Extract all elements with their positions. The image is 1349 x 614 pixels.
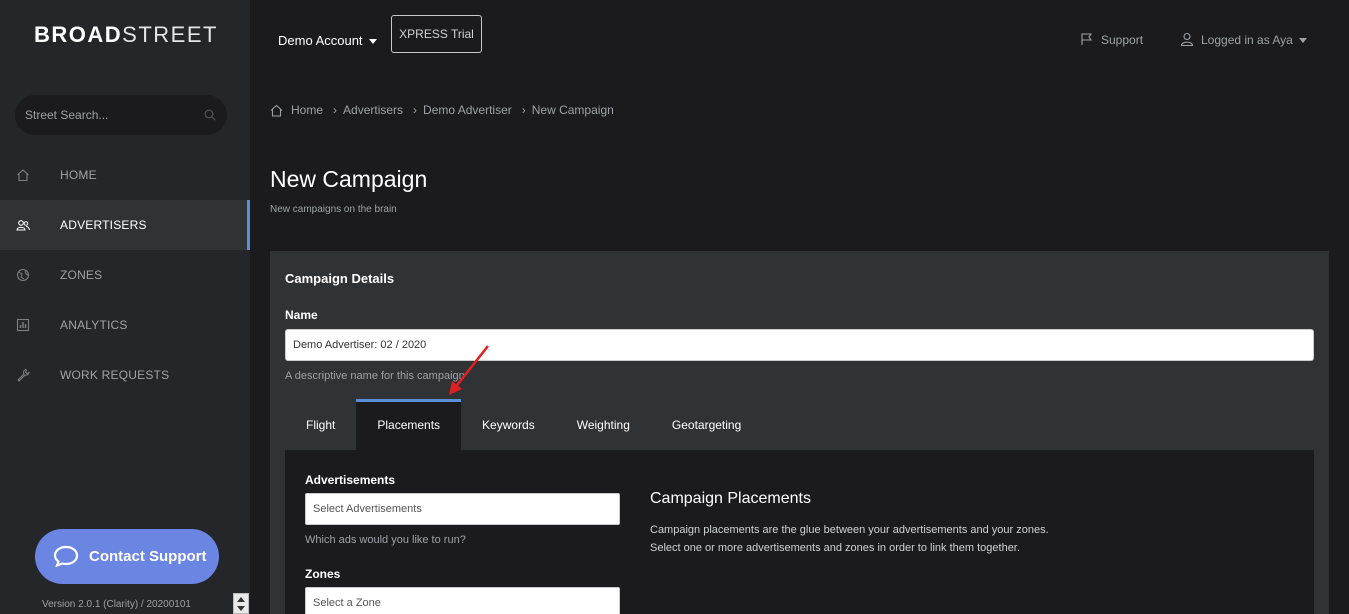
zones-select[interactable]: Select a Zone: [305, 587, 620, 614]
breadcrumb-advertisers[interactable]: Advertisers: [343, 103, 403, 117]
scroll-stepper[interactable]: [233, 593, 249, 614]
breadcrumb-current: New Campaign: [531, 103, 614, 117]
sidebar-item-work-requests[interactable]: WORK REQUESTS: [0, 350, 250, 400]
chevron-right-icon: ›: [333, 103, 338, 117]
placements-line-2: Select one or more advertisements and zo…: [650, 542, 1020, 554]
breadcrumb-demo-advertiser[interactable]: Demo Advertiser: [423, 103, 512, 117]
users-icon: [16, 220, 30, 231]
caret-down-icon: [1298, 38, 1307, 44]
campaign-name-input[interactable]: Demo Advertiser: 02 / 2020: [285, 329, 1314, 361]
logo-bold: BROAD: [34, 22, 123, 47]
sidebar-item-zones[interactable]: ZONES: [0, 250, 250, 300]
account-dropdown[interactable]: Demo Account: [278, 33, 377, 48]
globe-icon: [16, 268, 30, 282]
sidebar-item-advertisers[interactable]: ADVERTISERS: [0, 200, 250, 250]
page-title: New Campaign: [270, 166, 428, 192]
campaign-details-panel: Campaign Details Name Demo Advertiser: 0…: [270, 251, 1329, 614]
chart-icon: [16, 318, 30, 332]
support-link[interactable]: Support: [1080, 32, 1143, 47]
flag-icon: [1081, 33, 1093, 45]
logo-rest: STREET: [122, 22, 218, 47]
chevron-right-icon: ›: [521, 103, 526, 117]
annotation-arrow-icon: [449, 345, 489, 395]
campaign-tabs: Flight Placements Keywords Weighting Geo…: [285, 399, 762, 450]
home-icon: [270, 104, 283, 117]
user-icon: [1180, 32, 1194, 46]
placements-title: Campaign Placements: [650, 490, 811, 507]
version-text: Version 2.0.1 (Clarity) / 20200101: [42, 599, 191, 610]
home-icon: [17, 169, 29, 182]
tab-weighting[interactable]: Weighting: [556, 399, 651, 450]
panel-title: Campaign Details: [285, 271, 395, 286]
sidebar-item-label: WORK REQUESTS: [60, 368, 170, 382]
arrow-up-icon[interactable]: [237, 597, 245, 602]
page-subtitle: New campaigns on the brain: [270, 204, 397, 215]
tab-keywords[interactable]: Keywords: [461, 399, 556, 450]
account-label: Demo Account: [278, 33, 363, 48]
placements-line-1: Campaign placements are the glue between…: [650, 524, 1049, 536]
search-icon[interactable]: [204, 109, 216, 121]
name-label: Name: [285, 308, 318, 322]
sidebar-item-analytics[interactable]: ANALYTICS: [0, 300, 250, 350]
search-placeholder: Street Search...: [25, 108, 109, 122]
zones-label: Zones: [305, 567, 341, 581]
name-help-text: A descriptive name for this campaign: [285, 370, 465, 382]
broadstreet-logo[interactable]: BROADSTREET: [34, 22, 218, 48]
street-search[interactable]: Street Search...: [15, 95, 227, 135]
support-label: Support: [1101, 33, 1144, 47]
advertisements-label: Advertisements: [305, 473, 396, 487]
placements-tab-content: Advertisements Select Advertisements Whi…: [285, 450, 1314, 614]
arrow-down-icon[interactable]: [237, 606, 245, 611]
xpress-trial-button[interactable]: XPRESS Trial: [391, 15, 482, 53]
sidebar-item-label: ZONES: [60, 268, 103, 282]
user-menu[interactable]: Logged in as Aya: [1180, 32, 1307, 47]
chat-bubble-icon: [53, 545, 79, 567]
tab-geotargeting[interactable]: Geotargeting: [651, 399, 762, 450]
breadcrumb-home[interactable]: Home: [291, 103, 323, 117]
contact-support-button[interactable]: Contact Support: [35, 529, 219, 584]
caret-down-icon: [368, 39, 377, 45]
sidebar-item-label: ANALYTICS: [60, 318, 128, 332]
tab-flight[interactable]: Flight: [285, 399, 356, 450]
user-label: Logged in as Aya: [1201, 33, 1293, 47]
breadcrumb: Home › Advertisers › Demo Advertiser › N…: [270, 103, 614, 117]
chevron-right-icon: ›: [413, 103, 418, 117]
contact-support-label: Contact Support: [89, 548, 207, 565]
sidebar-item-home[interactable]: HOME: [0, 150, 250, 200]
wrench-icon: [17, 368, 30, 382]
sidebar-item-label: ADVERTISERS: [60, 218, 147, 232]
tab-placements[interactable]: Placements: [356, 399, 462, 450]
sidebar-item-label: HOME: [60, 168, 97, 182]
advertisements-help-text: Which ads would you like to run?: [305, 534, 466, 546]
placements-description: Campaign placements are the glue between…: [650, 521, 1250, 557]
sidebar: BROADSTREET Street Search... HOME ADVERT…: [0, 0, 250, 614]
advertisements-select[interactable]: Select Advertisements: [305, 493, 620, 525]
